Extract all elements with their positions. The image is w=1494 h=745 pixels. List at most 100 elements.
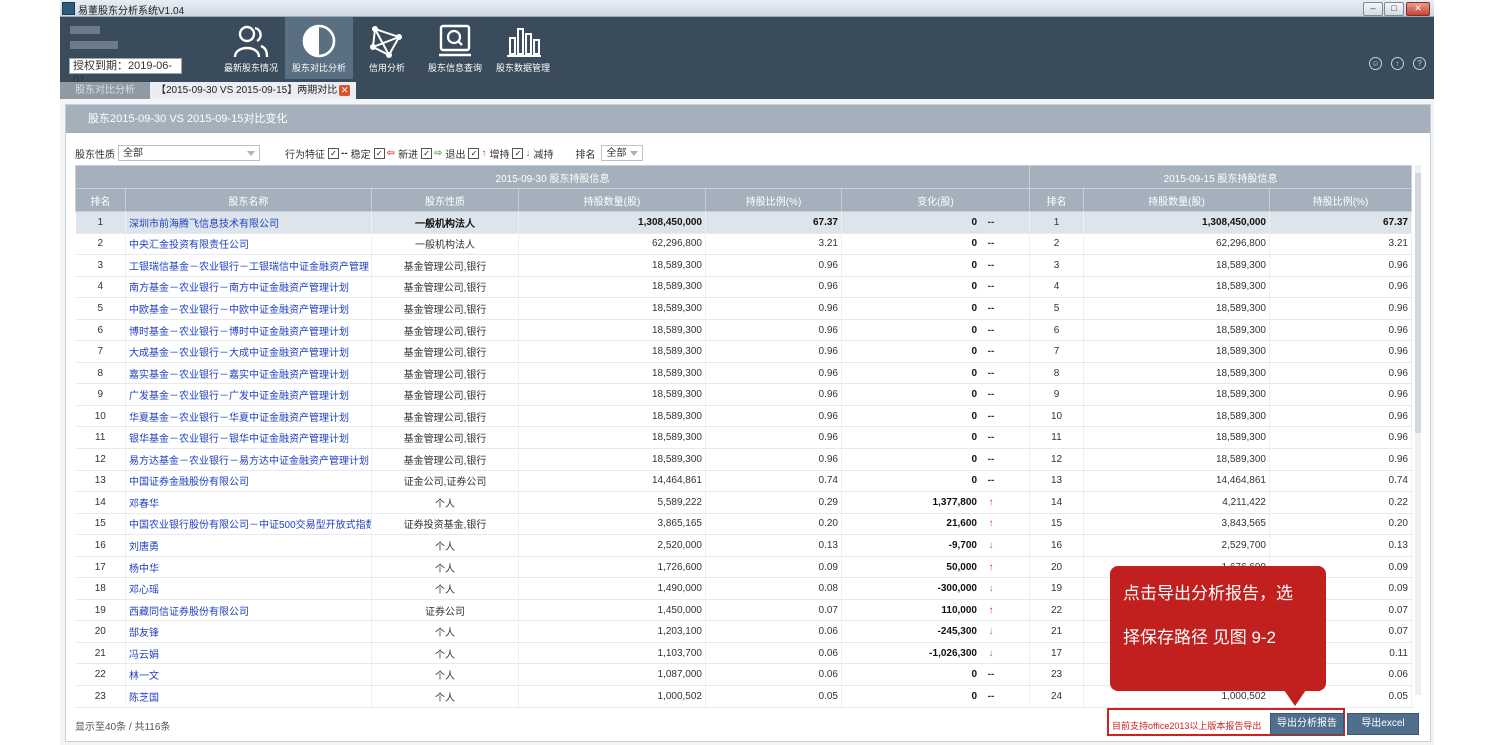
shareholder-name-link[interactable]: 华夏基金－农业银行－华夏中证金融资产管理计划 — [125, 405, 372, 428]
shareholder-name-link[interactable]: 广发基金－农业银行－广发中证金融资产管理计划 — [125, 383, 372, 406]
rank-cell: 8 — [75, 362, 126, 385]
shareholder-name-link[interactable]: 杨中华 — [125, 556, 372, 579]
no-change-icon: -- — [987, 669, 995, 681]
nav-shareholder-query[interactable]: 股东信息查询 — [421, 17, 489, 79]
shareholder-name-link[interactable]: 中国农业银行股份有限公司－中证500交易型开放式指数 — [125, 513, 372, 536]
shareholder-name-link[interactable]: 中央汇金投资有限责任公司 — [125, 233, 372, 256]
shares-prev-cell: 4,211,422 — [1083, 491, 1270, 514]
scrollbar-thumb[interactable] — [1415, 173, 1421, 433]
shareholder-name-link[interactable]: 易方达基金－农业银行－易方达中证金融资产管理计划 — [125, 448, 372, 471]
shares-cell: 2,520,000 — [518, 534, 706, 557]
table-row[interactable]: 7 大成基金－农业银行－大成中证金融资产管理计划 基金管理公司,银行 18,589,3… — [75, 340, 1412, 363]
shareholder-name-link[interactable]: 工银瑞信基金－农业银行－工银瑞信中证金融资产管理 — [125, 254, 372, 277]
table-row[interactable]: 2 中央汇金投资有限责任公司 一般机构法人 62,296,800 3.21 0 -- 2 62,… — [75, 233, 1412, 256]
maximize-button[interactable]: □ — [1384, 2, 1404, 16]
col-change[interactable]: 变化(股) — [841, 188, 1030, 212]
decrease-checkbox[interactable]: ✓ — [512, 147, 524, 159]
table-row[interactable]: 14 邓春华 个人 5,589,222 0.29 1,377,800 ↑ 14 4,211,42… — [75, 491, 1412, 514]
rank-prev-cell: 3 — [1029, 254, 1084, 277]
table-row[interactable]: 11 银华基金－农业银行－银华中证金融资产管理计划 基金管理公司,银行 18,589,… — [75, 426, 1412, 450]
table-row[interactable]: 15 中国农业银行股份有限公司－中证500交易型开放式指数 证券投资基金,银行 3,8… — [75, 513, 1412, 536]
shareholder-type-cell: 个人 — [371, 491, 519, 514]
shareholder-name-link[interactable]: 刘唐勇 — [125, 534, 372, 557]
close-tab-icon[interactable]: ✕ — [339, 84, 351, 96]
shareholder-name-link[interactable]: 邓春华 — [125, 491, 372, 514]
shareholder-name-link[interactable]: 银华基金－农业银行－银华中证金融资产管理计划 — [125, 426, 372, 450]
shareholder-name-link[interactable]: 中欧基金－农业银行－中欧中证金融资产管理计划 — [125, 297, 372, 320]
tab-shareholder-compare[interactable]: 股东对比分析 — [60, 82, 150, 99]
col-rank-prev[interactable]: 排名 — [1029, 188, 1084, 212]
nature-select[interactable]: 全部 — [118, 145, 260, 161]
shareholder-name-link[interactable]: 中国证券金融股份有限公司 — [125, 470, 372, 493]
col-rank[interactable]: 排名 — [75, 188, 126, 212]
shareholder-name-link[interactable]: 博时基金－农业银行－博时中证金融资产管理计划 — [125, 319, 372, 342]
table-row[interactable]: 1 深圳市前海腾飞信息技术有限公司 一般机构法人 1,308,450,000 67.37… — [75, 211, 1412, 234]
rank-prev-cell: 23 — [1029, 663, 1084, 687]
shareholder-name-link[interactable]: 冯云娟 — [125, 642, 372, 665]
shareholder-name-link[interactable]: 西藏同信证券股份有限公司 — [125, 599, 372, 622]
export-excel-button[interactable]: 导出excel — [1347, 713, 1419, 735]
percent-prev-cell: 0.96 — [1269, 319, 1412, 342]
shares-cell: 1,490,000 — [518, 577, 706, 600]
table-row[interactable]: 5 中欧基金－农业银行－中欧中证金融资产管理计划 基金管理公司,银行 18,589,3… — [75, 297, 1412, 320]
no-change-icon: -- — [987, 324, 995, 336]
rank-prev-cell: 11 — [1029, 426, 1084, 450]
new-entry-checkbox[interactable]: ✓ — [373, 147, 385, 159]
percent-prev-cell: 0.74 — [1269, 470, 1412, 493]
tab-period-compare[interactable]: 【2015-09-30 VS 2015-09-15】两期对比 ✕ — [150, 82, 357, 99]
shareholder-name-link[interactable]: 林一文 — [125, 663, 372, 687]
shareholder-type-cell: 证券投资基金,银行 — [371, 513, 519, 536]
shareholder-name-link[interactable]: 嘉实基金－农业银行－嘉实中证金融资产管理计划 — [125, 362, 372, 385]
no-change-icon: -- — [987, 302, 995, 314]
table-row[interactable]: 16 刘唐勇 个人 2,520,000 0.13 -9,700 ↓ 16 2,529,700 0.… — [75, 534, 1412, 557]
user-circle-icon[interactable]: ☺ — [1369, 57, 1382, 70]
table-row[interactable]: 13 中国证券金融股份有限公司 证金公司,证券公司 14,464,861 0.74 0 --… — [75, 470, 1412, 493]
shareholder-name-link[interactable]: 南方基金－农业银行－南方中证金融资产管理计划 — [125, 276, 372, 299]
stable-checkbox[interactable]: ✓ — [328, 147, 339, 159]
col-shares-prev[interactable]: 持股数量(股) — [1083, 188, 1270, 212]
change-value: 0 — [971, 453, 977, 465]
col-percent-prev[interactable]: 持股比例(%) — [1269, 188, 1412, 212]
shareholder-name-link[interactable]: 郜友锋 — [125, 620, 372, 643]
shareholder-name-link[interactable]: 邓心瑶 — [125, 577, 372, 600]
shares-prev-cell: 2,529,700 — [1083, 534, 1270, 557]
help-circle-icon[interactable]: ? — [1413, 57, 1426, 70]
table-row[interactable]: 8 嘉实基金－农业银行－嘉实中证金融资产管理计划 基金管理公司,银行 18,589,3… — [75, 362, 1412, 385]
shares-cell: 18,589,300 — [518, 319, 706, 342]
arrow-up-icon: ↑ — [988, 496, 994, 508]
col-type[interactable]: 股东性质 — [371, 188, 519, 212]
nav-data-management[interactable]: 股东数据管理 — [489, 17, 557, 79]
close-window-button[interactable]: ✕ — [1406, 2, 1430, 16]
vertical-scrollbar[interactable] — [1415, 165, 1421, 695]
col-name[interactable]: 股东名称 — [125, 188, 372, 212]
table-row[interactable]: 4 南方基金－农业银行－南方中证金融资产管理计划 基金管理公司,银行 18,589,3… — [75, 276, 1412, 299]
nav-latest-shareholders[interactable]: 最新股东情况 — [217, 17, 285, 79]
table-row[interactable]: 6 博时基金－农业银行－博时中证金融资产管理计划 基金管理公司,银行 18,589,3… — [75, 319, 1412, 342]
change-value: -9,700 — [948, 539, 977, 551]
table-row[interactable]: 12 易方达基金－农业银行－易方达中证金融资产管理计划 基金管理公司,银行 18,58… — [75, 448, 1412, 471]
shareholder-name-link[interactable]: 陈芝国 — [125, 685, 372, 708]
bar-chart-icon — [507, 28, 541, 57]
nature-filter-label: 股东性质 — [75, 149, 115, 161]
arrow-down-icon: ↓ — [988, 626, 994, 638]
increase-checkbox[interactable]: ✓ — [468, 147, 480, 159]
table-row[interactable]: 3 工银瑞信基金－农业银行－工银瑞信中证金融资产管理 基金管理公司,银行 18,589… — [75, 254, 1412, 277]
nav-shareholder-compare[interactable]: 股东对比分析 — [285, 17, 353, 79]
table-row[interactable]: 9 广发基金－农业银行－广发中证金融资产管理计划 基金管理公司,银行 18,589,3… — [75, 383, 1412, 406]
percent-cell: 0.29 — [705, 491, 842, 514]
exit-checkbox[interactable]: ✓ — [421, 147, 433, 159]
minimize-button[interactable]: – — [1363, 2, 1383, 16]
col-shares[interactable]: 持股数量(股) — [518, 188, 706, 212]
col-percent[interactable]: 持股比例(%) — [705, 188, 842, 212]
upload-circle-icon[interactable]: ↑ — [1391, 57, 1404, 70]
shares-cell: 18,589,300 — [518, 254, 706, 277]
export-report-button[interactable]: 导出分析报告 — [1270, 713, 1344, 735]
table-row[interactable]: 10 华夏基金－农业银行－华夏中证金融资产管理计划 基金管理公司,银行 18,589,… — [75, 405, 1412, 428]
rank-select[interactable]: 全部 — [601, 145, 644, 161]
shareholder-type-cell: 个人 — [371, 642, 519, 665]
no-change-icon: -- — [987, 216, 995, 228]
shareholder-type-cell: 一般机构法人 — [371, 233, 519, 256]
shareholder-name-link[interactable]: 大成基金－农业银行－大成中证金融资产管理计划 — [125, 340, 372, 363]
nav-credit-analysis[interactable]: 信用分析 — [353, 17, 421, 79]
shareholder-name-link[interactable]: 深圳市前海腾飞信息技术有限公司 — [125, 211, 372, 234]
